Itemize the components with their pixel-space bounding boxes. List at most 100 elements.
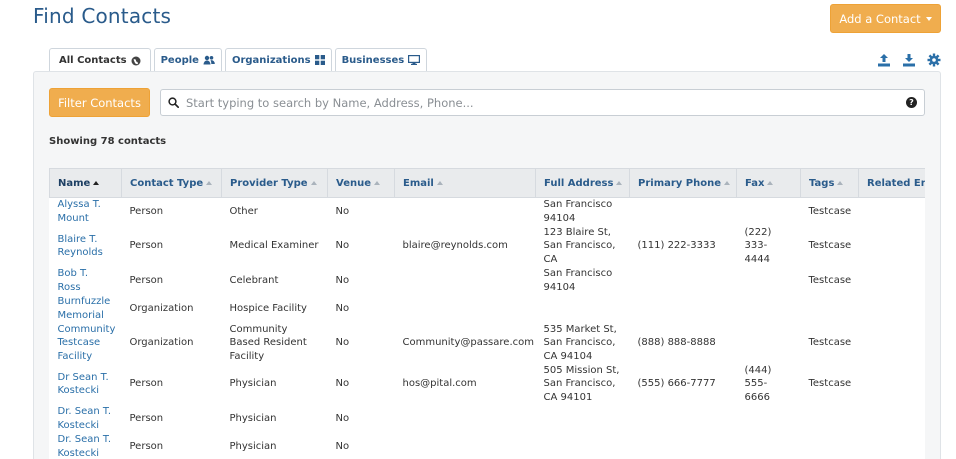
email-cell: hos@pital.com	[394, 363, 536, 405]
related-entities-cell	[858, 294, 925, 323]
add-contact-button[interactable]: Add a Contact	[830, 4, 941, 33]
venue-cell: No	[327, 266, 395, 295]
tags-cell: Testcase	[800, 363, 859, 405]
provider-type-cell: Celebrant	[221, 266, 328, 295]
email-cell	[394, 294, 536, 323]
venue-cell: No	[327, 432, 395, 459]
phone-cell	[629, 294, 737, 323]
tab-label: People	[160, 54, 199, 66]
contact-type-cell: Person	[121, 404, 222, 433]
sort-icon	[310, 180, 317, 185]
column-header-email[interactable]: Email	[394, 168, 536, 198]
table-row[interactable]: Bob T. Ross Person Celebrant No San Fran…	[49, 266, 925, 295]
column-header-contact-type[interactable]: Contact Type	[121, 168, 222, 198]
column-header-primary-phone[interactable]: Primary Phone	[629, 168, 737, 198]
search-input[interactable]	[186, 95, 899, 110]
table-row[interactable]: Alyssa T. Mount Person Other No San Fran…	[49, 197, 925, 226]
tags-cell: Testcase	[800, 225, 859, 267]
sort-icon	[616, 180, 623, 185]
tags-cell: Testcase	[800, 266, 859, 295]
related-entities-cell	[858, 432, 925, 459]
tab-people[interactable]: People	[153, 48, 222, 71]
address-cell: 535 Market St, San Francisco, CA 94104	[535, 322, 630, 364]
related-entities-cell	[858, 322, 925, 364]
tab-all-contacts[interactable]: All Contacts	[49, 48, 151, 72]
gear-icon[interactable]	[926, 52, 941, 67]
showing-count: Showing 78 contacts	[49, 136, 167, 147]
fax-cell	[736, 197, 801, 226]
column-header-name[interactable]: Name	[49, 168, 122, 198]
tab-businesses[interactable]: Businesses	[334, 48, 428, 71]
sort-icon	[767, 180, 774, 185]
contact-type-cell: Person	[121, 197, 222, 226]
monitor-icon	[408, 55, 421, 65]
filter-contacts-button[interactable]: Filter Contacts	[49, 88, 150, 117]
venue-cell: No	[327, 197, 395, 226]
column-header-tags[interactable]: Tags	[800, 168, 859, 198]
help-icon[interactable]: ?	[906, 97, 917, 108]
provider-type-cell: Physician	[221, 363, 328, 405]
tab-organizations[interactable]: Organizations	[224, 48, 332, 71]
table-row[interactable]: Dr. Sean T. Kostecki Person Physician No	[49, 404, 925, 433]
contact-type-cell: Person	[121, 266, 222, 295]
table-row[interactable]: Community Testcase Facility Organization…	[49, 322, 925, 364]
provider-type-cell: Community Based Resident Facility	[221, 322, 328, 364]
column-header-related-entities[interactable]: Related Entities	[858, 168, 925, 198]
column-header-full-address[interactable]: Full Address	[535, 168, 630, 198]
related-entities-cell	[858, 225, 925, 267]
table-header-row: Name Contact Type Provider Type Venue Em…	[49, 168, 925, 198]
column-header-provider-type[interactable]: Provider Type	[221, 168, 328, 198]
download-icon[interactable]	[901, 52, 916, 67]
contact-type-cell: Organization	[121, 322, 222, 364]
provider-type-cell: Physician	[221, 432, 328, 459]
contact-name-link[interactable]: Community Testcase Facility	[49, 322, 122, 364]
venue-cell: No	[327, 294, 395, 323]
column-header-venue[interactable]: Venue	[327, 168, 395, 198]
phone-cell	[629, 266, 737, 295]
contacts-table: Name Contact Type Provider Type Venue Em…	[49, 168, 925, 459]
sort-icon	[724, 180, 731, 185]
venue-cell: No	[327, 404, 395, 433]
fax-cell	[736, 294, 801, 323]
contact-name-link[interactable]: Dr Sean T. Kostecki	[49, 363, 122, 405]
related-entities-cell	[858, 197, 925, 226]
contact-name-link[interactable]: Blaire T. Reynolds	[49, 225, 122, 267]
table-row[interactable]: Burnfuzzle Memorial Organization Hospice…	[49, 294, 925, 323]
contact-name-link[interactable]: Burnfuzzle Memorial	[49, 294, 122, 323]
contact-name-link[interactable]: Dr. Sean T. Kostecki	[49, 404, 122, 433]
sort-asc-icon	[93, 180, 100, 185]
table-row[interactable]: Dr Sean T. Kostecki Person Physician No …	[49, 363, 925, 405]
sort-icon	[206, 180, 213, 185]
table-row[interactable]: Dr. Sean T. Kostecki Person Physician No	[49, 432, 925, 459]
column-header-fax[interactable]: Fax	[736, 168, 801, 198]
table-row[interactable]: Blaire T. Reynolds Person Medical Examin…	[49, 225, 925, 267]
address-cell: San Francisco 94104	[535, 197, 630, 226]
contact-name-link[interactable]: Dr. Sean T. Kostecki	[49, 432, 122, 459]
contact-type-cell: Person	[121, 225, 222, 267]
tags-cell: Testcase	[800, 322, 859, 364]
tags-cell	[800, 404, 859, 433]
contact-name-link[interactable]: Bob T. Ross	[49, 266, 122, 295]
address-cell: 505 Mission St, San Francisco, CA 94101	[535, 363, 630, 405]
search-bar: ?	[160, 89, 925, 116]
contact-type-cell: Person	[121, 363, 222, 405]
fax-cell: (222) 333-4444	[736, 225, 801, 267]
sort-icon	[374, 180, 380, 185]
contact-type-cell: Person	[121, 432, 222, 459]
provider-type-cell: Medical Examiner	[221, 225, 328, 267]
tags-cell	[800, 432, 859, 459]
sort-icon	[436, 180, 443, 185]
fax-cell	[736, 266, 801, 295]
add-contact-label: Add a Contact	[839, 11, 921, 26]
email-cell	[394, 266, 536, 295]
contact-name-link[interactable]: Alyssa T. Mount	[49, 197, 122, 226]
fax-cell	[736, 432, 801, 459]
email-cell: Community@passare.com	[394, 322, 536, 364]
address-cell	[535, 294, 630, 323]
phone-cell: (111) 222-3333	[629, 225, 737, 267]
provider-type-cell: Other	[221, 197, 328, 226]
provider-type-cell: Hospice Facility	[221, 294, 328, 323]
sort-icon	[837, 180, 844, 185]
upload-icon[interactable]	[876, 52, 891, 67]
tab-label: Organizations	[231, 54, 311, 66]
